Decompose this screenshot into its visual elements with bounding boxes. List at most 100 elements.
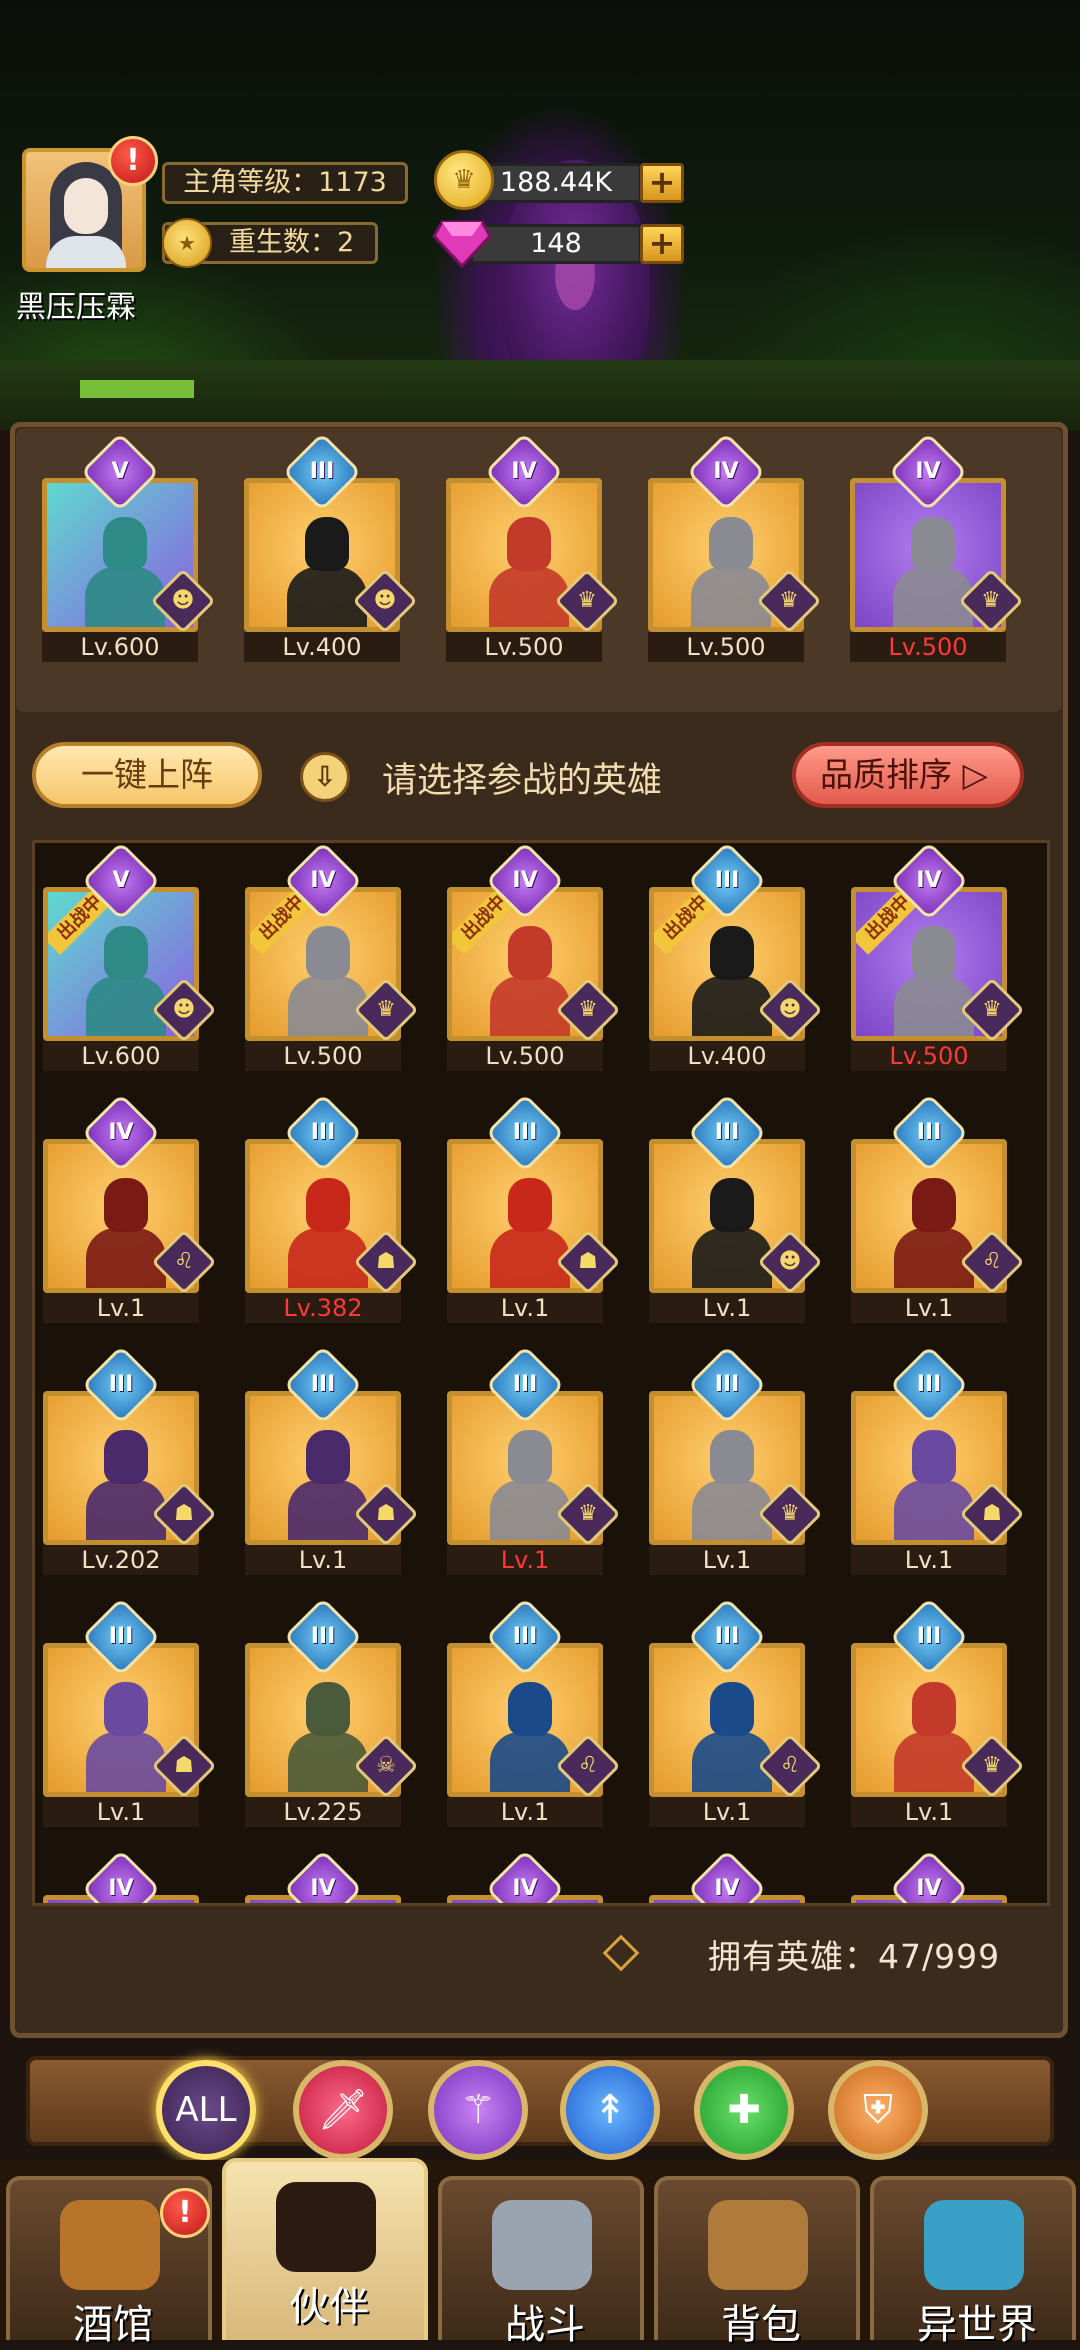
hero-card[interactable]: III ☗ Lv.1 — [43, 1597, 217, 1827]
hero-figure — [894, 926, 974, 1036]
class-glyph: ♛ — [982, 1753, 1002, 1778]
filter-assassin-button[interactable]: ↟ — [560, 2060, 660, 2160]
nav-tab-label: 战斗 — [505, 2302, 585, 2348]
filter-mage-button[interactable]: ⚚ — [428, 2060, 528, 2160]
hero-card[interactable]: III ☗ Lv.382 — [245, 1093, 419, 1323]
hero-card[interactable]: III ♛ Lv.1 — [447, 1345, 621, 1575]
hero-level: Lv.1 — [851, 1293, 1007, 1323]
class-glyph: ♛ — [578, 1501, 598, 1526]
class-glyph: ☗ — [376, 1249, 396, 1274]
hero-level: Lv.1 — [649, 1293, 805, 1323]
hero-grid[interactable]: 出战中 V ☻ Lv.600 出战中 IV ♛ Lv.500 出战中 IV ♛ … — [32, 840, 1050, 1906]
hero-card[interactable]: 出战中 IV ♛ Lv.500 — [851, 843, 1025, 1071]
filter-healer-button[interactable]: ✚ — [694, 2060, 794, 2160]
hero-card[interactable]: IV ♛ Lv.500 — [850, 432, 1024, 662]
hero-card[interactable]: IV ♌ Lv.1 — [43, 1093, 217, 1323]
select-hero-hint: 请选择参战的英雄 — [382, 761, 663, 801]
class-glyph: ☻ — [172, 997, 196, 1022]
rank-numeral: IV — [916, 1876, 942, 1901]
class-glyph: ♛ — [981, 588, 1001, 613]
hero-figure — [490, 1430, 570, 1540]
hero-figure — [86, 1178, 166, 1288]
hero-level: Lv.500 — [245, 1041, 401, 1071]
class-glyph: ♌ — [982, 1249, 1002, 1274]
hero-card[interactable]: IV ♛ Lv.500 — [446, 432, 620, 662]
hero-level: Lv.202 — [43, 1545, 199, 1575]
class-glyph: ♌ — [780, 1753, 800, 1778]
rank-numeral: IV — [108, 1876, 134, 1901]
rank-numeral: III — [916, 1372, 942, 1397]
hero-card[interactable]: III ☗ Lv.1 — [245, 1345, 419, 1575]
hero-card[interactable]: IV — [245, 1849, 401, 1903]
nav-alert-icon: ! — [160, 2188, 210, 2238]
rank-numeral: III — [310, 1120, 336, 1145]
hero-level: Lv.1 — [447, 1797, 603, 1827]
rank-numeral: III — [714, 1624, 740, 1649]
hero-card[interactable]: III ☗ Lv.202 — [43, 1345, 217, 1575]
hero-level: Lv.382 — [245, 1293, 401, 1323]
hero-level: Lv.1 — [447, 1545, 603, 1575]
hero-card[interactable]: III ♌ Lv.1 — [649, 1597, 823, 1827]
hero-figure — [85, 517, 165, 627]
hero-figure — [893, 517, 973, 627]
hero-card[interactable]: IV — [43, 1849, 199, 1903]
nav-tab[interactable]: 伙伴 — [222, 2158, 428, 2340]
hero-card[interactable]: III ♌ Lv.1 — [851, 1093, 1025, 1323]
hero-card[interactable]: III ☗ Lv.1 — [447, 1093, 621, 1323]
hero-card[interactable]: 出战中 IV ♛ Lv.500 — [245, 843, 419, 1071]
hero-level: Lv.400 — [244, 632, 400, 662]
hero-card[interactable]: III ☠ Lv.225 — [245, 1597, 419, 1827]
filter-warrior-button[interactable]: 🗡 — [293, 2060, 393, 2160]
hero-card[interactable]: IV — [447, 1849, 603, 1903]
bottom-nav: 酒馆 ! 伙伴 战斗 背包 异世界 — [0, 2158, 1080, 2348]
hero-card[interactable]: III ♛ Lv.1 — [649, 1345, 823, 1575]
rank-numeral: IV — [713, 459, 739, 484]
battle-team-row: V ☻ Lv.600 III ☻ Lv.400 IV ♛ Lv.500 IV ♛… — [16, 428, 1062, 712]
hero-card[interactable]: IV ♛ Lv.500 — [648, 432, 822, 662]
hero-card[interactable]: III ☻ Lv.400 — [244, 432, 418, 662]
filter-tank-button[interactable]: ⛨ — [828, 2060, 928, 2160]
hero-level: Lv.600 — [43, 1041, 199, 1071]
nav-tab[interactable]: 异世界 — [870, 2176, 1076, 2348]
class-glyph: ♛ — [780, 1501, 800, 1526]
rank-numeral: III — [310, 1624, 336, 1649]
hero-figure — [489, 517, 569, 627]
hero-card[interactable]: III ♛ Lv.1 — [851, 1597, 1025, 1827]
filter-all-button[interactable]: ALL — [156, 2060, 256, 2160]
hero-figure — [490, 1682, 570, 1792]
avatar-alert-icon: ! — [108, 136, 158, 186]
add-gem-button[interactable]: + — [640, 224, 684, 264]
add-gold-button[interactable]: + — [640, 163, 684, 203]
hero-level: Lv.1 — [447, 1293, 603, 1323]
hero-card[interactable]: IV — [851, 1849, 1007, 1903]
rank-numeral: IV — [108, 1120, 134, 1145]
player-level-label: 主角等级：1173 — [162, 162, 408, 204]
hero-figure — [288, 1682, 368, 1792]
owned-heroes-count: 拥有英雄：47/999 — [708, 1937, 1001, 1976]
rank-numeral: IV — [512, 868, 538, 893]
hero-card[interactable]: IV — [649, 1849, 805, 1903]
hero-card[interactable]: V ☻ Lv.600 — [42, 432, 216, 662]
hero-card[interactable]: III ☗ Lv.1 — [851, 1345, 1025, 1575]
nav-tab[interactable]: 背包 — [654, 2176, 860, 2348]
nav-tab[interactable]: 战斗 — [438, 2176, 644, 2348]
hero-card[interactable]: 出战中 III ☻ Lv.400 — [649, 843, 823, 1071]
hero-card[interactable]: III ♌ Lv.1 — [447, 1597, 621, 1827]
crossed-swords-icon — [492, 2200, 592, 2290]
hero-level: Lv.500 — [648, 632, 804, 662]
rank-numeral: V — [112, 868, 130, 893]
hero-card[interactable]: 出战中 V ☻ Lv.600 — [43, 843, 217, 1071]
gold-coin-icon: ♛ — [434, 150, 494, 210]
class-glyph: ♛ — [577, 588, 597, 613]
hero-level: Lv.500 — [447, 1041, 603, 1071]
class-glyph: ☻ — [373, 588, 397, 613]
hero-card[interactable]: III ☻ Lv.1 — [649, 1093, 823, 1323]
hero-figure — [691, 517, 771, 627]
hero-figure — [288, 1430, 368, 1540]
one-click-deploy-button[interactable]: 一键上阵 — [32, 742, 262, 808]
hero-card[interactable]: 出战中 IV ♛ Lv.500 — [447, 843, 621, 1071]
download-arrow-icon: ⇩ — [300, 752, 350, 802]
quality-sort-button[interactable]: 品质排序 ▷ — [792, 742, 1024, 808]
rank-numeral: III — [714, 1120, 740, 1145]
nav-tab[interactable]: 酒馆 ! — [6, 2176, 212, 2348]
